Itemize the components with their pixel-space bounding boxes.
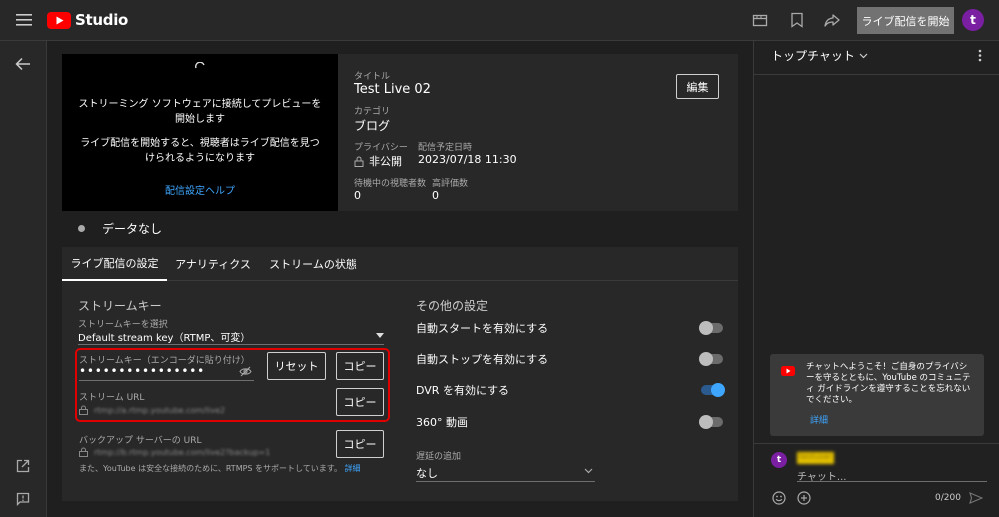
scheduled-value: 2023/07/18 11:30 — [418, 153, 517, 166]
backup-url-field[interactable]: rtmp://b.rtmp.youtube.com/live2?backup=1 — [79, 445, 299, 459]
youtube-logo-icon — [781, 366, 795, 376]
stream-key-field[interactable]: •••••••••••••••• — [79, 364, 254, 381]
stream-help-link[interactable]: 配信設定ヘルプ — [62, 182, 338, 197]
stream-key-select-value: Default stream key（RTMP、可変） — [78, 333, 251, 344]
chat-panel: トップチャット チャットへようこそ！ご自身のプライバシーを守るとともに、YouT… — [753, 41, 999, 517]
lock-icon — [79, 405, 88, 415]
share-icon[interactable] — [824, 12, 840, 28]
chat-user-name: testuser — [797, 452, 834, 464]
chevron-down-icon — [584, 468, 593, 474]
chat-input-placeholder: チャット... — [797, 472, 847, 483]
latency-label: 遅延の追加 — [416, 452, 462, 462]
left-rail — [0, 41, 47, 517]
top-bar: Studio ライブ配信を開始 t — [0, 0, 999, 41]
welcome-card: チャットへようこそ！ご自身のプライバシーを守るとともに、YouTube のコミュ… — [770, 354, 984, 436]
clapperboard-icon[interactable] — [752, 12, 768, 28]
brand-name: Studio — [75, 11, 129, 29]
title-value: Test Live 02 — [354, 82, 431, 97]
other-settings-title: その他の設定 — [416, 299, 489, 313]
tab-live-settings[interactable]: ライブ配信の設定 — [62, 247, 167, 281]
tab-stream-health[interactable]: ストリームの状態 — [268, 247, 358, 281]
dvr-toggle[interactable] — [701, 383, 725, 397]
category-value: ブログ — [354, 119, 391, 133]
stream-key-value: •••••••••••••••• — [79, 364, 206, 378]
chat-input[interactable]: チャット... — [797, 467, 987, 483]
chat-header-divider — [754, 74, 999, 75]
edit-button[interactable]: 編集 — [676, 74, 719, 99]
settings-card: ライブ配信の設定 アナリティクス ストリームの状態 ストリームキー ストリームキ… — [62, 247, 738, 501]
tab-bar: ライブ配信の設定 アナリティクス ストリームの状態 — [62, 247, 738, 281]
welcome-message: チャットへようこそ！ご自身のプライバシーを守るとともに、YouTube のコミュ… — [806, 362, 971, 405]
back-arrow-icon[interactable] — [15, 57, 31, 71]
360-video-label: 360° 動画 — [416, 416, 468, 429]
latency-value: なし — [416, 467, 438, 480]
likes-label: 高評価数 — [432, 179, 469, 189]
stream-url-field[interactable]: rtmp://a.rtmp.youtube.com/live2 — [79, 403, 254, 417]
title-label: タイトル — [354, 72, 391, 82]
loading-spinner-icon — [195, 62, 205, 72]
emoji-icon[interactable] — [772, 491, 786, 505]
360-video-toggle[interactable] — [699, 415, 723, 429]
send-icon[interactable] — [969, 492, 983, 504]
likes-value: 0 — [432, 189, 439, 202]
bookmark-icon[interactable] — [790, 12, 804, 28]
chevron-down-icon — [859, 53, 868, 59]
waiting-viewers-label: 待機中の視聴者数 — [354, 179, 427, 189]
rtmps-learn-more-link[interactable]: 詳細 — [345, 464, 361, 473]
chat-mode-selector[interactable]: トップチャット — [771, 47, 868, 64]
auto-stop-label: 自動ストップを有効にする — [416, 353, 549, 366]
avatar[interactable]: t — [962, 9, 984, 31]
main-content: ストリーミング ソフトウェアに接続してプレビューを開始します ライブ配信を開始す… — [47, 41, 753, 517]
tab-analytics[interactable]: アナリティクス — [172, 247, 254, 281]
preview-player: ストリーミング ソフトウェアに接続してプレビューを開始します ライブ配信を開始す… — [62, 54, 338, 211]
latency-select[interactable]: なし — [416, 462, 595, 482]
rtmps-footnote: また、YouTube は安全な接続のために、RTMPS をサポートしています。 … — [79, 463, 361, 474]
auto-stop-toggle[interactable] — [699, 352, 723, 366]
chat-input-divider — [754, 443, 999, 444]
open-external-icon[interactable] — [16, 459, 30, 473]
lock-icon — [354, 156, 364, 167]
youtube-logo-icon — [47, 11, 71, 29]
stream-status-row: データなし — [62, 211, 738, 245]
chat-char-counter: 0/200 — [935, 493, 961, 503]
chat-mode-label: トップチャット — [771, 49, 855, 63]
privacy-value: 非公開 — [369, 155, 402, 168]
scheduled-label: 配信予定日時 — [418, 143, 473, 153]
privacy-label: プライバシー — [354, 143, 408, 153]
lock-icon — [79, 447, 88, 457]
status-dot-icon — [78, 224, 85, 232]
chat-user-avatar: t — [771, 452, 787, 468]
copy-key-button[interactable]: コピー — [336, 352, 384, 380]
dvr-label: DVR を有効にする — [416, 384, 510, 397]
rtmps-footnote-text: また、YouTube は安全な接続のために、RTMPS をサポートしています。 — [79, 464, 343, 473]
more-options-icon[interactable] — [978, 49, 982, 62]
backup-url-value: rtmp://b.rtmp.youtube.com/live2?backup=1 — [94, 447, 271, 457]
privacy-value-row: 非公開 — [354, 153, 402, 169]
auto-start-toggle[interactable] — [699, 321, 723, 335]
stream-key-select[interactable]: Default stream key（RTMP、可変） — [78, 327, 384, 345]
auto-start-label: 自動スタートを有効にする — [416, 322, 549, 335]
go-live-button[interactable]: ライブ配信を開始 — [857, 7, 954, 34]
copy-url-button[interactable]: コピー — [336, 388, 384, 416]
preview-info: ライブ配信を開始すると、視聴者はライブ配信を見つけられるようになります — [80, 138, 320, 164]
status-text: データなし — [102, 221, 163, 236]
add-icon[interactable] — [797, 491, 811, 505]
studio-logo[interactable]: Studio — [47, 11, 128, 29]
stream-key-section-title: ストリームキー — [78, 299, 162, 313]
menu-icon[interactable] — [16, 13, 32, 27]
waiting-viewers-value: 0 — [354, 189, 361, 202]
stream-url-value: rtmp://a.rtmp.youtube.com/live2 — [94, 405, 226, 415]
category-label: カテゴリ — [354, 107, 391, 117]
dropdown-arrow-icon — [376, 333, 384, 338]
visibility-off-icon[interactable] — [239, 366, 252, 377]
reset-key-button[interactable]: リセット — [267, 352, 326, 380]
welcome-learn-more-link[interactable]: 詳細 — [810, 413, 828, 426]
copy-backup-url-button[interactable]: コピー — [336, 430, 384, 458]
preview-card: ストリーミング ソフトウェアに接続してプレビューを開始します ライブ配信を開始す… — [62, 54, 738, 211]
preview-message: ストリーミング ソフトウェアに接続してプレビューを開始します — [78, 99, 322, 125]
stream-url-label: ストリーム URL — [79, 393, 145, 403]
feedback-icon[interactable] — [16, 492, 30, 506]
